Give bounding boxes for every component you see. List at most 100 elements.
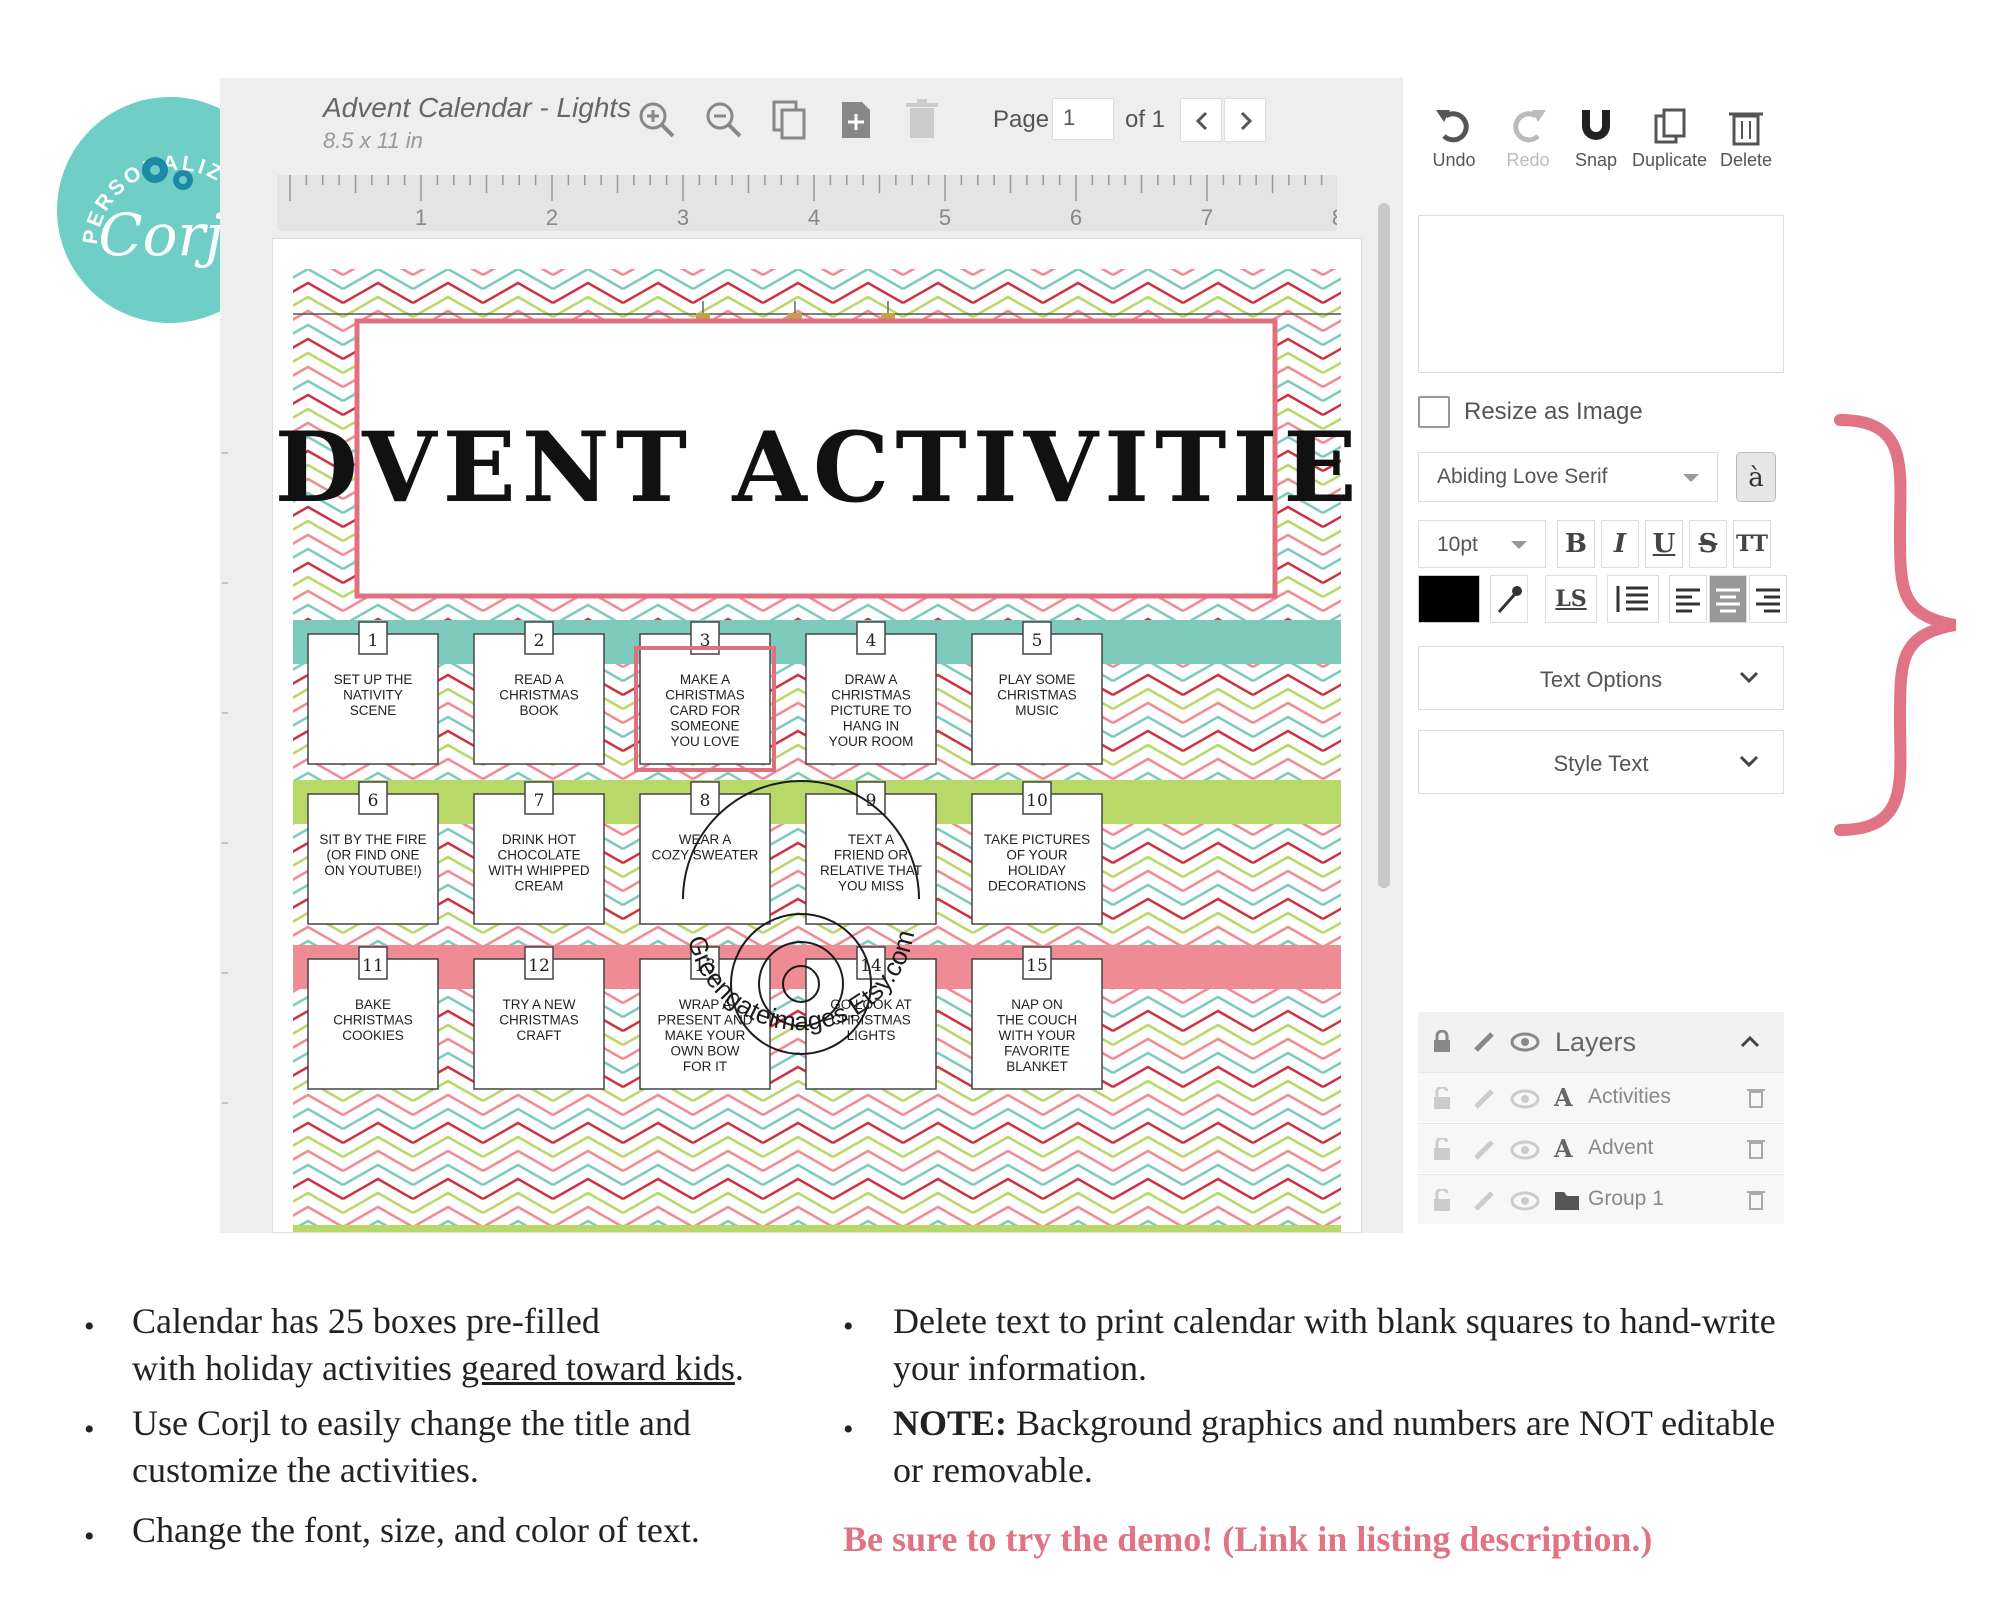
undo-button[interactable]: Undo: [1432, 106, 1476, 171]
glyph-picker-button[interactable]: à: [1736, 452, 1776, 502]
duplicate-button[interactable]: Duplicate: [1632, 106, 1707, 171]
text-layer-icon: A: [1554, 1134, 1573, 1163]
align-center-button[interactable]: [1709, 575, 1747, 623]
note-text: with holiday activities: [132, 1348, 461, 1388]
note-item: Use Corjl to easily change the title and…: [132, 1400, 691, 1494]
bullet-icon: •: [84, 1413, 95, 1446]
font-size-value: 10pt: [1437, 533, 1478, 556]
document-size: 8.5 x 11 in: [323, 128, 423, 153]
note-line: customize the activities.: [132, 1450, 479, 1490]
ruler-number: 7: [1201, 205, 1213, 230]
font-family-select[interactable]: Abiding Love Serif: [1418, 452, 1718, 502]
align-right-button[interactable]: [1749, 575, 1787, 623]
trash-icon[interactable]: [1746, 1085, 1766, 1109]
ruler-number: 2: [546, 205, 558, 230]
trash-icon[interactable]: [1746, 1187, 1766, 1211]
text-preview-box[interactable]: [1418, 215, 1784, 373]
delete-page-icon[interactable]: [900, 98, 944, 142]
layer-row[interactable]: A Activities: [1418, 1072, 1784, 1122]
bold-button[interactable]: B: [1557, 520, 1595, 568]
activity-text: MAKE YOUR: [665, 1028, 746, 1043]
style-text-accordion[interactable]: Style Text: [1418, 730, 1784, 794]
zoom-out-icon[interactable]: [702, 98, 746, 142]
note-line: Use Corjl to easily change the title and: [132, 1403, 691, 1443]
ruler-number: 8: [1332, 205, 1337, 230]
page-number-input[interactable]: 1: [1052, 98, 1114, 140]
font-size-select[interactable]: 10pt: [1418, 520, 1546, 568]
add-page-icon[interactable]: [834, 98, 878, 142]
activity-text: NAP ON: [1011, 997, 1063, 1012]
activity-text: NATIVITY: [343, 688, 403, 703]
eye-icon[interactable]: [1510, 1087, 1540, 1111]
activity-text: TRY A NEW: [502, 997, 575, 1012]
layers-header[interactable]: Layers: [1418, 1012, 1784, 1072]
day-number: 4: [866, 631, 877, 651]
all-caps-button[interactable]: TT: [1733, 520, 1771, 568]
note-line: Delete text to print calendar with blank…: [893, 1301, 1776, 1341]
layer-row[interactable]: A Advent: [1418, 1123, 1784, 1173]
note-text: .: [734, 1348, 744, 1388]
day-number: 10: [1026, 791, 1048, 811]
unlock-icon[interactable]: [1432, 1087, 1452, 1111]
activity-text: THE COUCH: [997, 1013, 1077, 1028]
bullet-icon: •: [843, 1310, 854, 1343]
activity-text: YOU LOVE: [670, 734, 739, 749]
unlock-icon[interactable]: [1432, 1189, 1452, 1213]
redo-button[interactable]: Redo: [1506, 106, 1550, 171]
note-line: NOTE: Background graphics and numbers ar…: [893, 1400, 1775, 1447]
zoom-in-icon[interactable]: [635, 98, 679, 142]
canvas-page[interactable]: ADVENT ACTIVITIES 1 SET UP THENATIVITYSCE…: [272, 238, 1362, 1233]
eye-icon[interactable]: [1510, 1138, 1540, 1162]
eye-icon[interactable]: [1510, 1189, 1540, 1213]
activity-text: FRIEND OR: [834, 848, 909, 863]
underline-button[interactable]: U: [1645, 520, 1683, 568]
activity-text: CREAM: [515, 879, 564, 894]
day-number: 7: [534, 791, 545, 811]
eyedropper-button[interactable]: [1490, 575, 1528, 623]
pencil-icon[interactable]: [1472, 1087, 1496, 1111]
chevron-down-icon: [1739, 755, 1759, 768]
chevron-up-icon[interactable]: [1738, 1032, 1762, 1052]
strikethrough-button[interactable]: S: [1689, 520, 1727, 568]
unlock-icon[interactable]: [1432, 1138, 1452, 1162]
snap-button[interactable]: Snap: [1574, 106, 1618, 171]
line-height-icon: [1616, 586, 1648, 612]
line-height-button[interactable]: [1607, 575, 1659, 623]
day-number: 12: [528, 956, 550, 976]
scrollbar-thumb[interactable]: [1378, 203, 1390, 888]
text-color-swatch[interactable]: [1418, 575, 1480, 623]
delete-button[interactable]: Delete: [1720, 106, 1772, 171]
italic-button[interactable]: I: [1601, 520, 1639, 568]
trash-icon: [1729, 112, 1764, 146]
letter-spacing-button[interactable]: LS: [1545, 575, 1597, 623]
activity-text: OF YOUR: [1006, 848, 1068, 863]
pencil-icon: [1474, 1032, 1494, 1052]
activity-text: SCENE: [350, 703, 397, 718]
lock-icon: [1434, 1030, 1450, 1052]
activity-text: CHOCOLATE: [497, 848, 580, 863]
pencil-icon[interactable]: [1472, 1189, 1496, 1213]
duplicate-icon: [1654, 108, 1686, 144]
note-line: your information.: [893, 1348, 1147, 1388]
layer-row[interactable]: Group 1: [1418, 1174, 1784, 1224]
note-line: or removable.: [893, 1450, 1093, 1490]
calendar-title: ADVENT ACTIVITIES: [273, 411, 1362, 524]
copy-page-icon[interactable]: [768, 98, 812, 142]
activity-text: CHRISTMAS: [831, 688, 911, 703]
activity-text: CARD FOR: [670, 703, 741, 718]
brace-decoration: [1834, 414, 1957, 836]
activity-text: FOR IT: [683, 1059, 727, 1074]
trash-icon[interactable]: [1746, 1136, 1766, 1160]
text-options-accordion[interactable]: Text Options: [1418, 646, 1784, 710]
pencil-icon[interactable]: [1472, 1138, 1496, 1162]
note-item: NOTE: Background graphics and numbers ar…: [893, 1400, 1775, 1494]
previous-page-button[interactable]: [1180, 98, 1222, 142]
note-link[interactable]: geared toward kids: [461, 1348, 735, 1388]
next-page-button[interactable]: [1224, 98, 1266, 142]
resize-as-image-checkbox[interactable]: [1418, 396, 1450, 428]
note-emphasis: NOTE:: [893, 1403, 1008, 1443]
activity-text: BAKE: [355, 997, 391, 1012]
day-number: 8: [700, 791, 711, 811]
align-left-button[interactable]: [1669, 575, 1707, 623]
redo-label: Redo: [1506, 150, 1550, 170]
